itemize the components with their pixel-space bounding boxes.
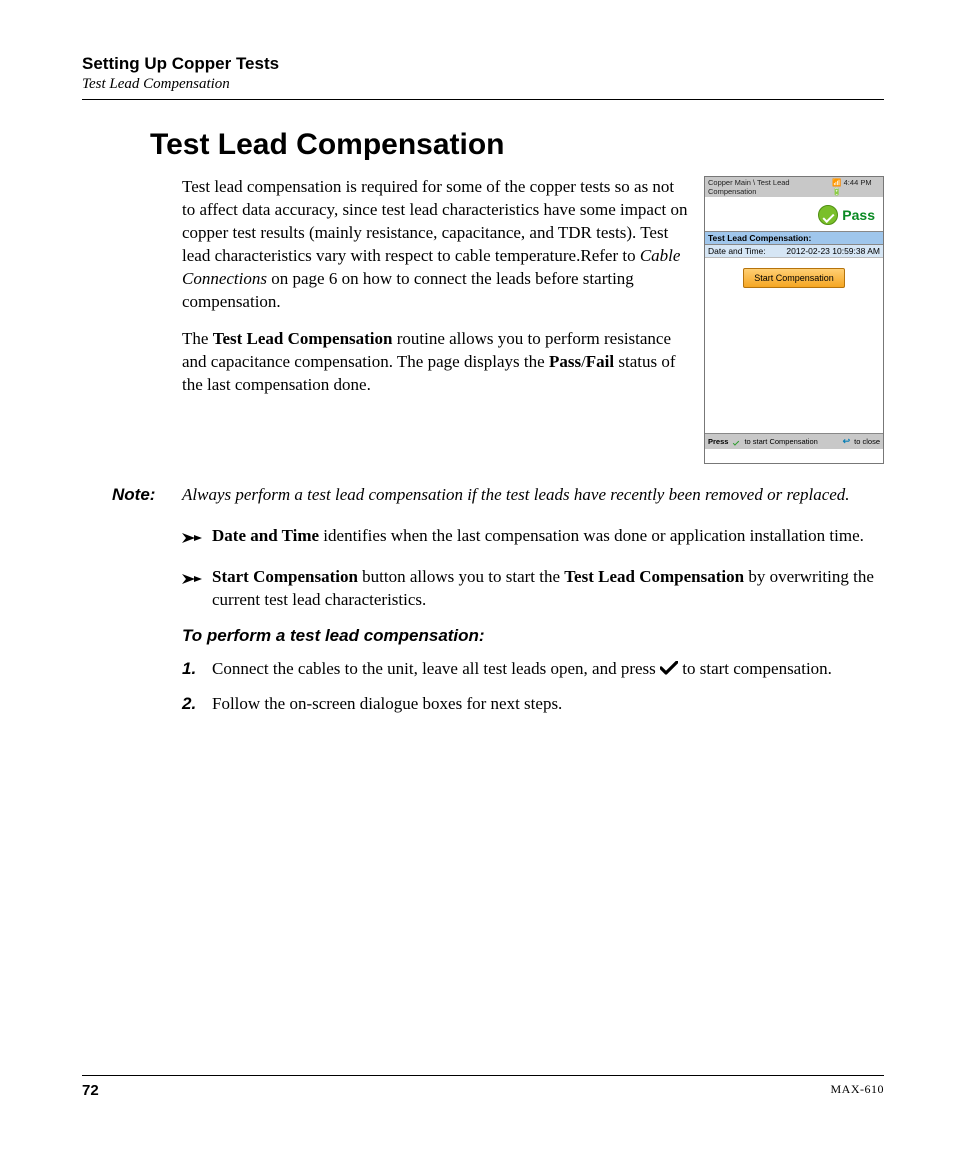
intro-p2-bold1: Test Lead Compensation: [213, 329, 393, 348]
device-footer-start: to start Compensation: [744, 437, 817, 446]
pass-label: Pass: [842, 207, 875, 223]
model-id: MAX-610: [831, 1082, 885, 1099]
footer-rule: [82, 1075, 884, 1076]
note: Note: Always perform a test lead compens…: [112, 484, 884, 507]
intro-text: Test lead compensation is required for s…: [182, 176, 690, 410]
device-section-header: Test Lead Compensation:: [705, 231, 883, 245]
procedure-heading: To perform a test lead compensation:: [182, 626, 884, 646]
bullet0-bold: Date and Time: [212, 526, 319, 545]
device-titlebar: Copper Main \ Test Lead Compensation 📶 4…: [705, 177, 883, 197]
bullet0-rest: identifies when the last compensation wa…: [319, 526, 864, 545]
step-1-a: Connect the cables to the unit, leave al…: [212, 659, 660, 678]
device-row-label: Date and Time:: [708, 246, 766, 256]
intro-p2-bold3: Fail: [586, 352, 614, 371]
step-2-num: 2.: [182, 693, 212, 716]
step-1-num: 1.: [182, 658, 212, 681]
step-2-a: Follow the on-screen dialogue boxes for …: [212, 694, 562, 713]
bullet1-bold2: Test Lead Compensation: [564, 567, 744, 586]
bullet1-mid: button allows you to start the: [358, 567, 564, 586]
note-label: Note:: [112, 484, 182, 507]
chapter-title: Setting Up Copper Tests: [82, 54, 884, 74]
step-2: 2. Follow the on-screen dialogue boxes f…: [182, 693, 884, 716]
intro-p1-a: Test lead compensation is required for s…: [182, 177, 688, 265]
intro-p2-a: The: [182, 329, 213, 348]
pass-icon: [818, 205, 838, 225]
section-subtitle: Test Lead Compensation: [82, 76, 884, 93]
device-status-row: Pass: [705, 197, 883, 231]
bullet1-bold: Start Compensation: [212, 567, 358, 586]
intro-p2-bold2: Pass: [549, 352, 581, 371]
bullet-start-compensation: Start Compensation button allows you to …: [182, 566, 884, 612]
device-datetime-row: Date and Time: 2012-02-23 10:59:38 AM: [705, 245, 883, 258]
step-1: 1. Connect the cables to the unit, leave…: [182, 658, 884, 681]
checkmark-icon: [660, 659, 678, 678]
device-clock: 📶 4:44 PM 🔋: [832, 178, 880, 196]
note-text: Always perform a test lead compensation …: [182, 484, 884, 507]
bullet-arrow-icon: [182, 525, 212, 552]
bullet-date-time: Date and Time identifies when the last c…: [182, 525, 884, 552]
device-screenshot: Copper Main \ Test Lead Compensation 📶 4…: [704, 176, 884, 464]
device-footer-close: to close: [854, 437, 880, 446]
header-rule: [82, 99, 884, 100]
back-icon: ↩: [843, 436, 851, 447]
start-compensation-button[interactable]: Start Compensation: [743, 268, 845, 288]
step-1-b: to start compensation.: [678, 659, 832, 678]
device-footer: Press to start Compensation ↩ to close: [705, 433, 883, 449]
device-footer-press: Press: [708, 437, 728, 446]
device-breadcrumb: Copper Main \ Test Lead Compensation: [708, 178, 832, 196]
check-icon: [732, 438, 740, 446]
page-heading: Test Lead Compensation: [150, 128, 884, 162]
bullet-arrow-icon: [182, 566, 212, 612]
device-body: Start Compensation: [705, 258, 883, 433]
page-number: 72: [82, 1082, 99, 1099]
device-row-value: 2012-02-23 10:59:38 AM: [786, 246, 880, 256]
